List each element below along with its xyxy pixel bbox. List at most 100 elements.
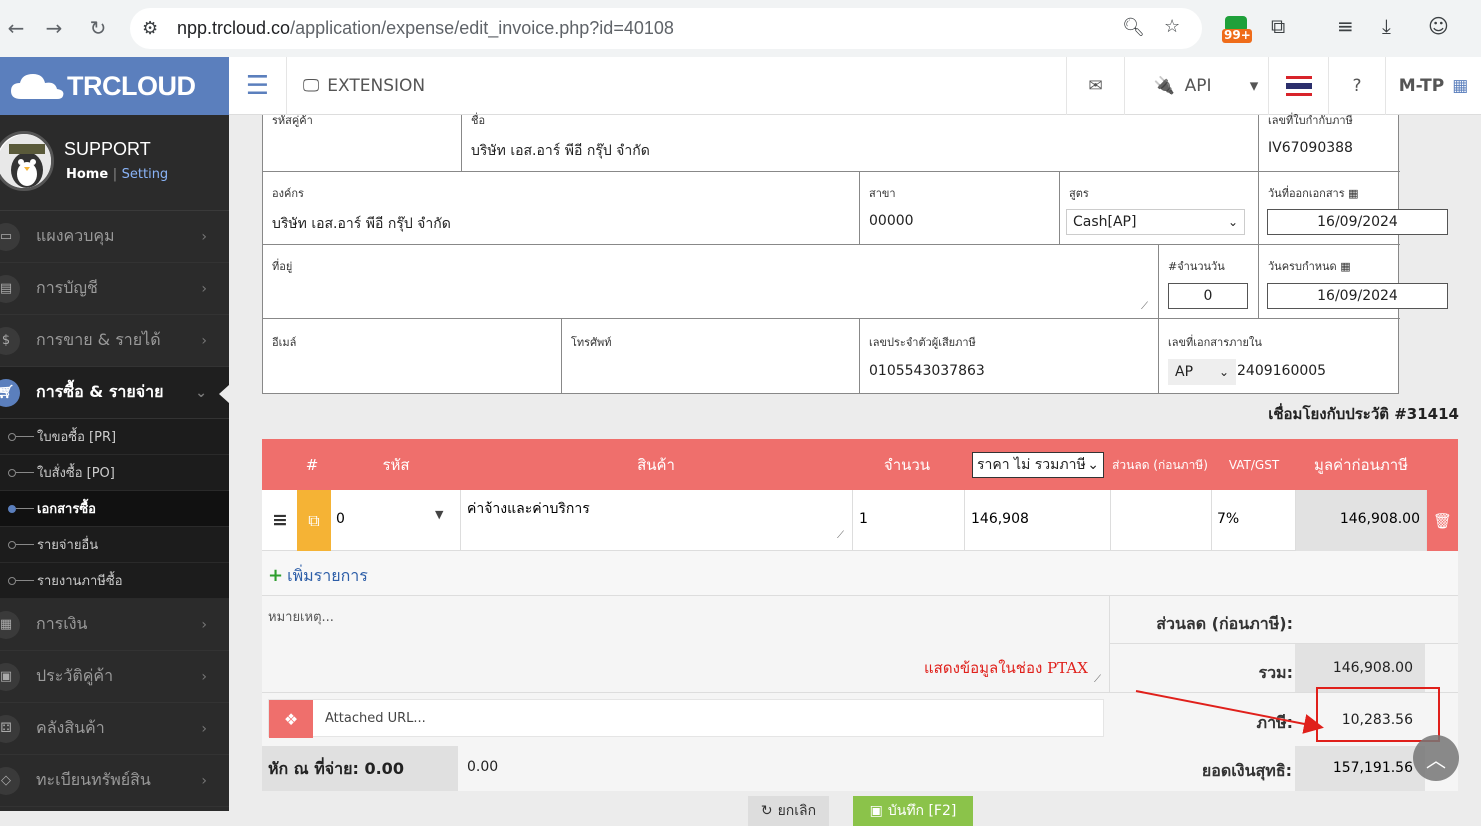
mail-icon[interactable]: ✉ (1066, 57, 1124, 115)
caret-down-icon[interactable]: ▾ (1240, 57, 1268, 115)
sidebar-item-finance[interactable]: ▦ การเงิน › (0, 599, 229, 651)
setting-link[interactable]: Setting (122, 167, 169, 182)
sidebar-subitem-purchase-doc[interactable]: เอกสารซื้อ (0, 491, 229, 527)
formula-select[interactable]: Cash[AP] ⌄ (1066, 209, 1245, 235)
internal-prefix-select[interactable]: AP ⌄ (1168, 359, 1236, 385)
reload-icon[interactable]: ↻ (82, 12, 114, 44)
zoom-icon[interactable]: 🔍︎ (1122, 17, 1145, 38)
user-menu[interactable]: M-TP ▦ (1385, 57, 1481, 115)
download-icon[interactable]: ⤓ (1382, 14, 1391, 38)
history-link[interactable]: เชื่อมโยงกับประวัติ #31414 (1268, 402, 1459, 426)
sidebar-item-inventory[interactable]: ⚃ คลังสินค้า › (0, 703, 229, 755)
back-icon[interactable]: ← (0, 12, 32, 44)
sidebar-subitem-po[interactable]: ใบสั่งซื้อ [PO] (0, 455, 229, 491)
vat-cell[interactable]: 7% (1212, 490, 1296, 551)
taxid-cell[interactable]: เลขประจำตัวผู้เสียภาษี 0105543037863 (860, 319, 1159, 394)
home-link[interactable]: Home (66, 167, 108, 182)
sidebar-item-label: การซื้อ & รายจ่าย (36, 382, 164, 401)
sidebar-item-purchases[interactable]: 🛒︎ การซื้อ & รายจ่าย ⌄ (0, 367, 229, 419)
api-button[interactable]: 🔌 API (1124, 57, 1240, 115)
code-cell[interactable]: 0 ▼ (331, 490, 461, 551)
avatar[interactable] (0, 131, 54, 191)
resize-handle-icon[interactable]: ⟋ (1094, 674, 1101, 685)
price-mode-select[interactable]: ราคา ไม่ รวมภาษี ⌄ (972, 452, 1104, 478)
sidebar-subitem-pr[interactable]: ใบขอซื้อ [PR] (0, 419, 229, 455)
due-date-input[interactable]: 16/09/2024 (1267, 283, 1448, 309)
days-input[interactable]: 0 (1168, 283, 1248, 309)
qty-cell[interactable]: 1 (853, 490, 965, 551)
thai-flag-icon[interactable] (1268, 57, 1328, 115)
bookmark-star-icon[interactable]: ☆ (1164, 16, 1180, 37)
withholding-value[interactable]: 0.00 (467, 759, 498, 775)
invoice-header-form: รหัสคู่ค้า ชื่อ บริษัท เอส.อาร์ พีอี กรุ… (262, 114, 1448, 394)
sidebar-item-contacts[interactable]: ▣ ประวัติคู่ค้า › (0, 651, 229, 703)
address-cell[interactable]: ที่อยู่ ⟋ (263, 245, 1159, 319)
amount-cell: 146,908.00 (1296, 490, 1427, 551)
supplier-code-cell[interactable]: รหัสคู่ค้า (263, 114, 462, 172)
forward-icon[interactable]: → (38, 12, 70, 44)
subitem-label: ใบขอซื้อ [PR] (37, 430, 117, 445)
bullet-icon (8, 432, 16, 441)
product-value: ค่าจ้างและค่าบริการ (467, 501, 590, 517)
name-cell[interactable]: ชื่อ บริษัท เอส.อาร์ พีอี กรุ๊ป จำกัด (462, 114, 1259, 172)
extension-button[interactable]: 🖵 EXTENSION (286, 57, 441, 115)
discount-cell[interactable] (1111, 490, 1212, 551)
address-bar[interactable]: ⚙ npp.trcloud.co/application/expense/edi… (130, 8, 1202, 49)
app-topbar: ☰ 🖵 EXTENSION ✉ 🔌 API ▾ ? M-TP ▦ (229, 57, 1481, 115)
profile-name: SUPPORT (64, 139, 151, 159)
cart-icon: 🛒︎ (0, 378, 20, 407)
email-cell[interactable]: อีเมล์ (263, 319, 562, 394)
org-label: องค์กร (272, 187, 304, 200)
tax-invoice-cell[interactable]: เลขที่ใบกำกับภาษี IV67090388 (1259, 114, 1400, 172)
phone-cell[interactable]: โทรศัพท์ (562, 319, 860, 394)
sidebar-subitem-other-expense[interactable]: รายจ่ายอื่น (0, 527, 229, 563)
chevron-right-icon: › (201, 772, 207, 789)
resize-handle-icon[interactable]: ⟋ (837, 530, 844, 541)
diamond-icon: ◇ (0, 766, 20, 795)
dropbox-icon[interactable]: ❖ (269, 700, 313, 738)
sidebar-item-label: การเงิน (36, 614, 88, 633)
col-discount-header: ส่วนลด (ก่อนภาษี) (1112, 457, 1208, 472)
add-item-link[interactable]: + เพิ่มรายการ (268, 564, 368, 589)
sidebar-item-sales[interactable]: $ การขาย & รายได้ › (0, 315, 229, 367)
app-logo[interactable]: TRCLOUD (0, 57, 229, 115)
doc-date-input[interactable]: 16/09/2024 (1267, 209, 1448, 235)
media-icon[interactable]: ≡ (1337, 14, 1354, 38)
chevron-up-icon: ︿ (1426, 747, 1446, 772)
price-cell[interactable]: 146,908 (965, 490, 1111, 551)
attached-url-field[interactable]: ❖ Attached URL... (268, 699, 1104, 738)
cancel-button[interactable]: ↻ ยกเลิก (748, 796, 829, 826)
profile-avatar-icon[interactable]: ☺ (1428, 14, 1449, 38)
puzzle-icon[interactable]: ⧉ (1271, 14, 1285, 38)
plug-icon: 🔌 (1153, 76, 1175, 96)
calendar-icon: ▦ (0, 610, 20, 639)
site-settings-icon[interactable]: ⚙ (142, 18, 158, 39)
col-amount-header: มูลค่าก่อนภาษี (1313, 455, 1409, 474)
dollar-icon: $ (0, 326, 20, 355)
chevron-right-icon: › (201, 332, 207, 349)
internal-doc-cell: เลขที่เอกสารภายใน AP ⌄ 2409160005 (1159, 319, 1400, 394)
hamburger-menu-icon[interactable]: ☰ (229, 57, 286, 115)
trash-icon[interactable]: 🗑︎ (1427, 490, 1458, 551)
annotation-arrow-icon (1135, 690, 1324, 734)
sidebar-item-assets[interactable]: ◇ ทะเบียนทรัพย์สิน › (0, 755, 229, 807)
product-cell[interactable]: ค่าจ้างและค่าบริการ ⟋ (461, 490, 853, 551)
help-icon[interactable]: ? (1328, 57, 1385, 115)
org-cell[interactable]: องค์กร บริษัท เอส.อาร์ พีอี กรุ๊ป จำกัด (263, 172, 860, 245)
save-button[interactable]: ▣ บันทึก [F2] (853, 796, 973, 826)
copy-icon[interactable]: ⧉ (297, 490, 331, 551)
branch-cell[interactable]: สาขา 00000 (860, 172, 1060, 245)
drag-handle-icon[interactable]: ≡ (272, 509, 288, 531)
sidebar-item-label: คลังสินค้า (36, 718, 105, 737)
col-product-header: สินค้า (637, 455, 675, 474)
sidebar-item-accounting[interactable]: ▤ การบัญชี › (0, 263, 229, 315)
caret-down-icon[interactable]: ▼ (435, 508, 443, 521)
sidebar-item-dashboard[interactable]: ▭ แผงควบคุม › (0, 211, 229, 263)
formula-value: Cash[AP] (1073, 214, 1137, 230)
note-textarea[interactable]: หมายเหตุ... แสดงข้อมูลในช่อง PTAX ⟋ (262, 596, 1110, 693)
sidebar-subitem-tax-report[interactable]: รายงานภาษีซื้อ (0, 563, 229, 599)
resize-handle-icon[interactable]: ⟋ (1141, 301, 1148, 312)
extension-badge-icon[interactable]: 99+ (1222, 14, 1252, 44)
cloud-icon (11, 74, 64, 99)
scroll-to-top-button[interactable]: ︿ (1413, 735, 1459, 781)
